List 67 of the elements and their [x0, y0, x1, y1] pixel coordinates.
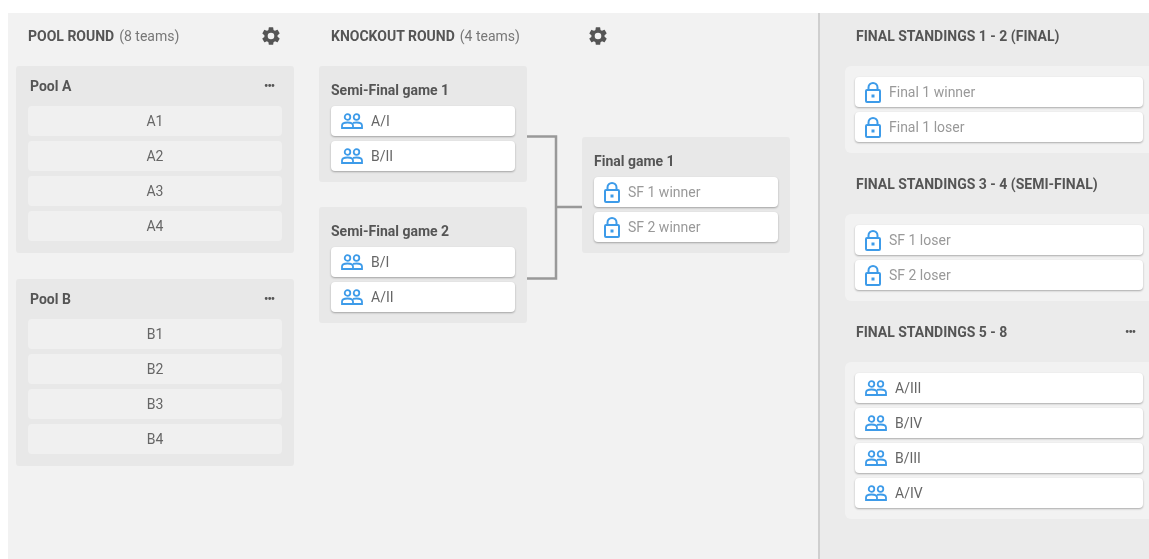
- team-row[interactable]: A3: [28, 176, 282, 206]
- team-count: (4 teams): [459, 26, 520, 47]
- slot-card[interactable]: B/IV: [855, 408, 1143, 438]
- more-button[interactable]: •••: [264, 290, 274, 308]
- lock-icon: [865, 264, 881, 286]
- pool-title: Pool B: [30, 289, 71, 309]
- slot-card[interactable]: A/IV: [855, 478, 1143, 508]
- slot-card[interactable]: Final 1 winner: [855, 77, 1143, 107]
- game-title: Semi-Final game 1: [331, 80, 451, 100]
- lock-icon: [865, 81, 881, 103]
- slot-label: A/II: [371, 287, 394, 307]
- slot-card[interactable]: A/II: [331, 282, 515, 312]
- slot-card[interactable]: Final 1 loser: [855, 112, 1143, 142]
- team-row[interactable]: B3: [28, 389, 282, 419]
- settings-icon[interactable]: [587, 25, 609, 47]
- more-button[interactable]: •••: [264, 77, 274, 95]
- people-icon: [865, 485, 887, 501]
- slot-label: B/IV: [895, 413, 923, 433]
- team-count: (8 teams): [119, 26, 180, 47]
- standings-title: FINAL STANDINGS 3 - 4 (SEMI-FINAL): [856, 174, 1098, 194]
- slot-label: B/II: [371, 146, 394, 166]
- pool-title: Pool A: [30, 76, 72, 96]
- slot-label: B/I: [371, 252, 390, 272]
- lock-icon: [604, 181, 620, 203]
- slot-label: Final 1 loser: [889, 117, 965, 137]
- team-row[interactable]: A2: [28, 141, 282, 171]
- team-row[interactable]: A1: [28, 106, 282, 136]
- settings-icon[interactable]: [260, 25, 282, 47]
- slot-label: SF 1 loser: [889, 230, 951, 250]
- slot-label: Final 1 winner: [889, 82, 976, 102]
- slot-card[interactable]: A/III: [855, 373, 1143, 403]
- lock-icon: [865, 229, 881, 251]
- standings-title: FINAL STANDINGS 5 - 8: [856, 322, 1008, 342]
- team-row[interactable]: B2: [28, 354, 282, 384]
- more-button[interactable]: •••: [1125, 323, 1135, 341]
- team-row[interactable]: A4: [28, 211, 282, 241]
- team-row[interactable]: B1: [28, 319, 282, 349]
- section-title: KNOCKOUT ROUND: [331, 26, 455, 46]
- people-icon: [865, 450, 887, 466]
- slot-label: A/I: [371, 111, 390, 131]
- slot-label: SF 2 loser: [889, 265, 951, 285]
- slot-card[interactable]: SF 1 winner: [594, 177, 778, 207]
- slot-label: A/III: [895, 378, 922, 398]
- slot-card[interactable]: B/III: [855, 443, 1143, 473]
- slot-label: A/IV: [895, 483, 923, 503]
- slot-card[interactable]: B/I: [331, 247, 515, 277]
- slot-label: SF 1 winner: [628, 182, 701, 202]
- people-icon: [341, 289, 363, 305]
- slot-card[interactable]: SF 2 winner: [594, 212, 778, 242]
- slot-label: B/III: [895, 448, 921, 468]
- slot-label: SF 2 winner: [628, 217, 701, 237]
- lock-icon: [865, 116, 881, 138]
- people-icon: [341, 113, 363, 129]
- people-icon: [341, 254, 363, 270]
- game-title: Final game 1: [594, 151, 676, 171]
- people-icon: [341, 148, 363, 164]
- slot-card[interactable]: A/I: [331, 106, 515, 136]
- standings-title: FINAL STANDINGS 1 - 2 (FINAL): [856, 26, 1060, 46]
- game-title: Semi-Final game 2: [331, 221, 451, 241]
- people-icon: [865, 380, 887, 396]
- slot-card[interactable]: SF 2 loser: [855, 260, 1143, 290]
- lock-icon: [604, 216, 620, 238]
- team-row[interactable]: B4: [28, 424, 282, 454]
- people-icon: [865, 415, 887, 431]
- slot-card[interactable]: SF 1 loser: [855, 225, 1143, 255]
- section-title: POOL ROUND: [28, 26, 115, 46]
- slot-card[interactable]: B/II: [331, 141, 515, 171]
